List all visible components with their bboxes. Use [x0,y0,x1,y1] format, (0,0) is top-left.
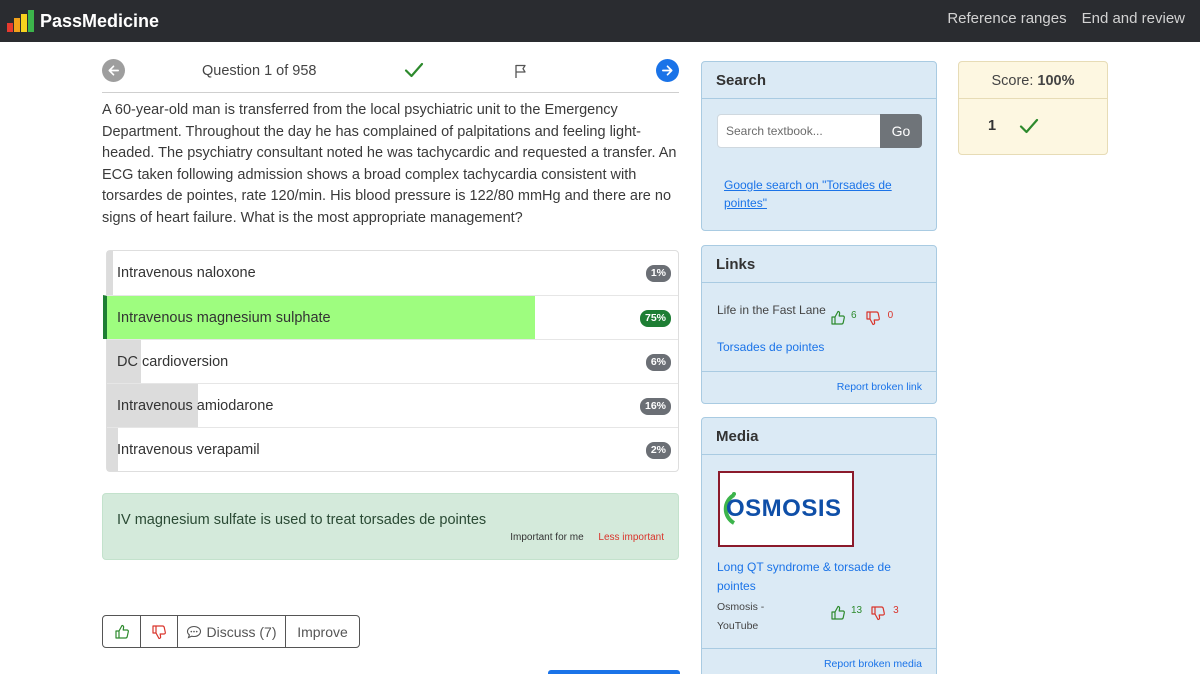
thumbs-up-icon[interactable] [830,605,846,621]
media-upvote-count: 13 [851,605,863,616]
video-thumbnail[interactable]: OSMOSIS [718,471,854,547]
arrow-right-icon [662,65,673,76]
less-important-link[interactable]: Less important [598,532,664,543]
google-search-link[interactable]: Google search on "Torsades de pointes" [724,176,924,212]
link-source-title: Life in the Fast Lane [717,303,826,317]
top-navbar: PassMedicine Reference ranges End and re… [0,0,1200,42]
answer-percent-badge: 6% [645,354,671,371]
search-panel-title: Search [702,62,936,99]
important-for-me-link[interactable]: Important for me [510,532,583,543]
discuss-label: Discuss (7) [206,623,277,640]
score-question-number[interactable]: 1 [988,118,996,134]
brand[interactable]: PassMedicine [7,6,159,32]
links-panel-title: Links [702,246,936,283]
answer-text: DC cardioversion [117,354,229,370]
answer-option[interactable]: Intravenous magnesium sulphate 75% [103,295,678,339]
thumbs-down-icon [152,624,166,639]
media-panel: Media OSMOSIS Long QT syndrome & torsade… [701,417,937,674]
speech-bubble-icon [187,625,202,638]
nav-end-and-review[interactable]: End and review [1082,10,1185,27]
logo-icon [7,10,34,32]
question-actions: Discuss (7) Improve [102,615,360,648]
nav-links: Reference ranges End and review [947,10,1200,27]
thumbs-down-button[interactable] [140,616,177,647]
media-video-link[interactable]: Long QT syndrome & torsade de pointes [717,558,917,596]
link-votes: 6 0 [830,310,893,326]
thumbs-up-icon [114,624,129,639]
report-broken-media[interactable]: Report broken media [824,658,922,670]
thumbs-down-icon[interactable] [870,605,886,621]
improve-button[interactable]: Improve [285,616,359,647]
answer-percent-badge: 2% [645,442,671,459]
media-source: Osmosis - YouTube [717,601,765,632]
report-broken-link[interactable]: Report broken link [837,381,922,393]
question-stem: A 60-year-old man is transferred from th… [102,102,677,226]
links-panel: Links Life in the Fast Lane Torsades de … [701,245,937,404]
discuss-button[interactable]: Discuss (7) [177,616,285,647]
media-panel-title: Media [702,418,936,455]
thumbs-up-icon[interactable] [830,310,846,326]
score-value: 100% [1037,73,1075,89]
bottom-button-edge[interactable] [548,670,680,674]
question-header: Question 1 of 958 [102,58,679,93]
brand-name: PassMedicine [40,11,160,31]
correct-check-icon [1019,117,1039,140]
next-question-button[interactable] [656,59,679,82]
answer-text: Intravenous amiodarone [117,398,274,414]
explanation-box: IV magnesium sulfate is used to treat to… [102,493,679,560]
importance-links: Important for me Less important [510,532,664,543]
answer-option[interactable]: Intravenous naloxone 1% [107,251,678,295]
answer-list: Intravenous naloxone 1% Intravenous magn… [103,250,679,472]
links-divider [702,371,936,372]
thumbnail-title: OSMOSIS [726,495,842,522]
search-textbook-input[interactable] [717,114,882,148]
answer-option[interactable]: Intravenous verapamil 2% [107,427,678,471]
answer-text: Intravenous verapamil [117,442,260,458]
nav-reference-ranges[interactable]: Reference ranges [947,10,1066,27]
answer-percent-badge: 1% [645,265,671,282]
media-votes: 13 3 [830,605,899,621]
media-divider [702,648,936,649]
link-upvote-count: 6 [851,310,857,321]
answer-percent-badge: 16% [639,398,671,415]
score-label: Score: [991,73,1038,89]
score-header: Score: 100% [959,62,1107,99]
flag-icon[interactable] [513,63,529,84]
previous-question-button[interactable] [102,59,125,82]
link-downvote-count: 0 [887,310,894,321]
answer-option[interactable]: Intravenous amiodarone 16% [107,383,678,427]
improve-label: Improve [297,623,348,640]
answer-percent-bar [107,251,113,295]
answer-percent-badge: 75% [639,310,671,327]
question-counter: Question 1 of 958 [202,63,317,79]
search-panel: Search Go Google search on "Torsades de … [701,61,937,231]
search-go-button[interactable]: Go [880,114,922,148]
thumbs-down-icon[interactable] [865,310,881,326]
answer-text: Intravenous magnesium sulphate [117,310,331,326]
answer-option[interactable]: DC cardioversion 6% [107,339,678,383]
answer-text: Intravenous naloxone [117,265,256,281]
thumbs-up-button[interactable] [103,616,140,647]
answered-correct-check-icon [404,61,424,84]
media-downvote-count: 3 [893,605,899,616]
arrow-left-icon [108,65,119,76]
explanation-text: IV magnesium sulfate is used to treat to… [117,512,487,528]
link-torsades[interactable]: Torsades de pointes [717,340,824,354]
score-panel: Score: 100% 1 [958,61,1108,155]
